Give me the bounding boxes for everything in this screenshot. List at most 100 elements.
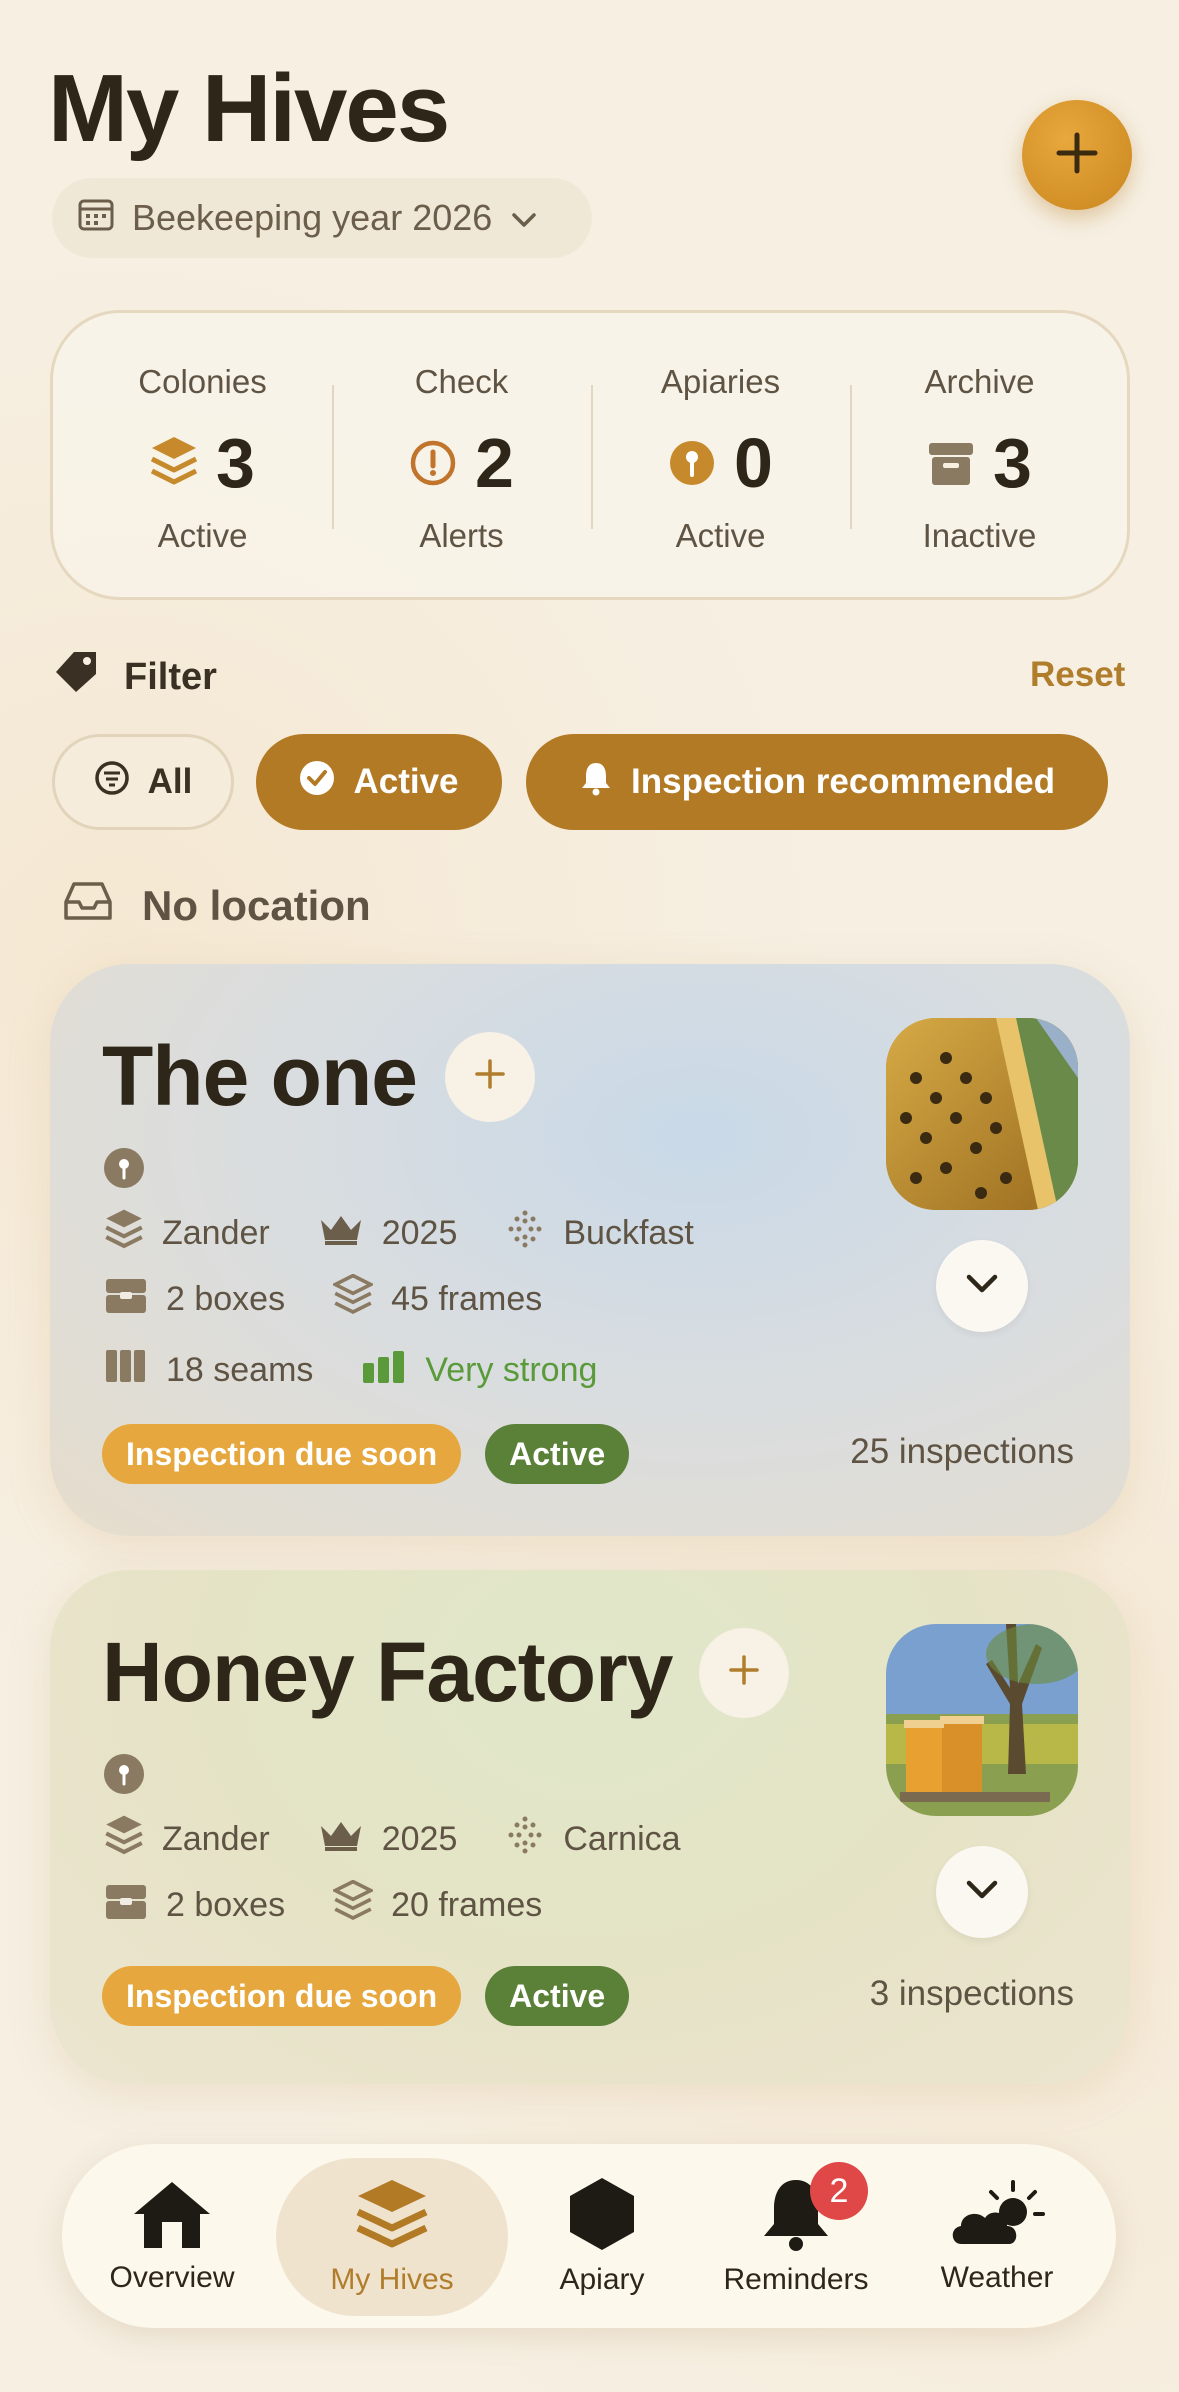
location-header: No location [62,880,371,932]
strength-label: Very strong [425,1351,598,1389]
archive-icon [927,423,975,503]
reset-button[interactable]: Reset [1030,655,1125,695]
home-icon [130,2178,214,2255]
expand-button[interactable] [936,1240,1028,1332]
stat-value: 3 [216,424,255,502]
alert-circle-icon [409,423,457,503]
year-selector[interactable]: Beekeeping year 2026 [52,178,592,258]
filter-list-icon [94,760,130,805]
stat-label: Archive [924,363,1035,400]
hive-meta-row: Zander 2025 Carnica [104,1814,709,1865]
stat-apiaries[interactable]: Apiaries 0 Active [591,313,850,597]
stat-sub: Active [157,517,248,554]
boxes-count: 2 boxes [166,1886,286,1924]
stat-label: Apiaries [660,363,781,400]
nav-item-reminders[interactable]: Reminders 2 [696,2144,896,2328]
hive-boxes-row: 2 boxes 45 frames [104,1273,570,1325]
page-title: My Hives [48,55,450,162]
chip-label: Active [353,762,459,801]
inspection-count: 3 inspections [869,1974,1074,2013]
weather-icon [947,2178,1047,2255]
boxes-count: 2 boxes [166,1280,286,1318]
check-circle-icon [299,760,335,805]
nav-label: Overview [109,2260,235,2294]
queen-year: 2025 [381,1214,458,1252]
hexagon-icon [564,2176,640,2257]
frames-count: 45 frames [391,1280,543,1318]
add-inspection-button[interactable] [698,1627,789,1718]
layers-icon [104,1208,144,1259]
layers-icon [150,423,198,503]
filter-chip-active[interactable]: Active [256,734,502,830]
add-hive-button[interactable] [1022,100,1132,210]
chevron-down-icon [964,1878,1000,1907]
expand-button[interactable] [936,1846,1028,1938]
box-icon [104,1275,148,1324]
crown-icon [318,1818,364,1861]
chip-label: All [147,762,193,801]
inspection-count: 25 inspections [850,1432,1074,1471]
breed: Buckfast [563,1214,694,1252]
frames-icon [331,1273,375,1325]
nav-item-apiary[interactable]: Apiary [512,2144,692,2328]
stat-value: 3 [993,424,1032,502]
hive-name: Honey Factory [102,1625,673,1719]
chip-label: Inspection recommended [631,762,1055,801]
layers-icon [104,1814,144,1865]
frames-icon [331,1879,375,1931]
hive-photo[interactable] [886,1624,1078,1816]
filter-title: Filter [124,655,217,698]
status-badge-active: Active [485,1424,630,1484]
plus-icon [473,1057,507,1096]
bottom-nav: Overview My Hives Apiary Reminders 2 Wea… [62,2144,1116,2328]
bell-icon [579,760,613,805]
hive-name: The one [102,1029,418,1123]
nav-item-my-hives[interactable]: My Hives [276,2144,508,2328]
stat-value: 2 [475,424,514,502]
breed: Carnica [563,1820,681,1858]
hive-card[interactable]: The one Zander 2025 Buckfast 2 boxes 45 … [50,964,1130,1536]
stat-colonies[interactable]: Colonies 3 Active [73,313,332,597]
stat-check[interactable]: Check 2 Alerts [332,313,591,597]
box-icon [104,1881,148,1930]
queen-year: 2025 [381,1820,458,1858]
add-inspection-button[interactable] [445,1031,536,1122]
notification-badge: 2 [810,2162,868,2220]
nav-item-overview[interactable]: Overview [82,2144,262,2328]
chevron-down-icon [964,1272,1000,1301]
filter-chip-all[interactable]: All [52,734,234,830]
stat-archive[interactable]: Archive 3 Inactive [850,313,1109,597]
plus-icon [727,1653,761,1692]
inbox-icon [62,880,114,932]
beekeeper: Zander [162,1214,270,1252]
seams-count: 18 seams [166,1351,314,1389]
status-badge-active: Active [485,1966,630,2026]
hive-card[interactable]: Honey Factory Zander 2025 Carnica 2 boxe… [50,1570,1130,2084]
chevron-down-icon [510,197,538,239]
stat-sub: Active [675,517,766,554]
nav-item-weather[interactable]: Weather [902,2144,1092,2328]
nav-label: My Hives [330,2262,454,2296]
stat-sub: Alerts [419,517,504,554]
pin-icon [668,423,716,503]
seams-icon [104,1348,148,1393]
strength-bars-icon [361,1349,407,1392]
nav-label: Reminders [723,2262,869,2296]
status-badge-due: Inspection due soon [102,1424,462,1484]
stat-label: Colonies [138,363,267,400]
hive-boxes-row: 2 boxes 20 frames [104,1879,570,1931]
location-pin-icon[interactable] [104,1754,144,1794]
hive-meta-row: Zander 2025 Buckfast [104,1208,722,1259]
hive-photo[interactable] [886,1018,1078,1210]
filter-chip-inspection-recommended[interactable]: Inspection recommended [526,734,1108,830]
stat-value: 0 [734,424,773,502]
stat-sub: Inactive [922,517,1037,554]
filter-header: Filter [52,648,217,706]
hive-layers-icon [354,2176,430,2257]
breed-dots-icon [505,1815,545,1864]
status-badge-due: Inspection due soon [102,1966,462,2026]
hive-strength-row: 18 seams Very strong [104,1348,625,1393]
frames-count: 20 frames [391,1886,543,1924]
location-pin-icon[interactable] [104,1148,144,1188]
nav-label: Weather [940,2260,1054,2294]
